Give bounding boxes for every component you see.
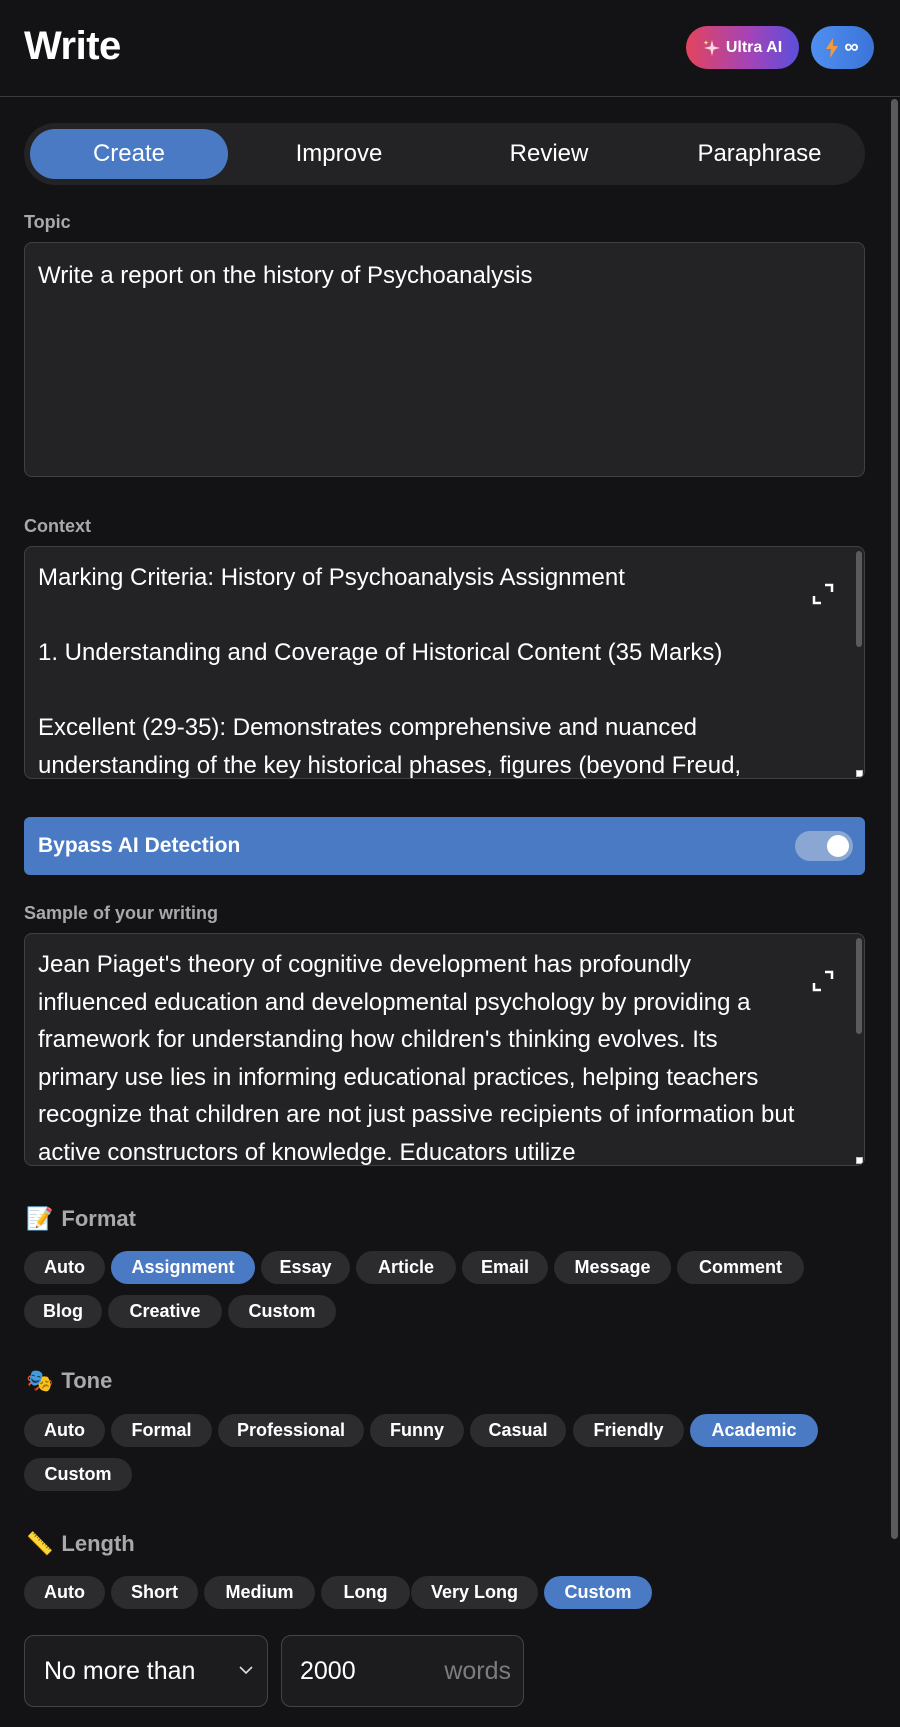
length-mode-select[interactable]: No more than: [24, 1635, 268, 1707]
tab-create[interactable]: Create: [30, 129, 228, 179]
tab-improve[interactable]: Improve: [240, 129, 438, 179]
chevron-down-icon: [239, 1666, 253, 1675]
length-chip-medium[interactable]: Medium: [204, 1576, 315, 1609]
tone-heading: 🎭 Tone: [26, 1368, 112, 1394]
tone-chip-academic[interactable]: Academic: [690, 1414, 818, 1447]
length-chip-very-long[interactable]: Very Long: [411, 1576, 538, 1609]
credits-value: ∞: [844, 36, 859, 58]
format-chip-message[interactable]: Message: [554, 1251, 671, 1284]
format-chip-creative[interactable]: Creative: [108, 1295, 222, 1328]
format-chip-auto[interactable]: Auto: [24, 1251, 105, 1284]
theater-masks-icon: 🎭: [26, 1368, 54, 1393]
bypass-label: Bypass AI Detection: [38, 834, 241, 857]
expand-icon[interactable]: [812, 583, 834, 605]
tab-review[interactable]: Review: [450, 129, 648, 179]
format-chip-assignment[interactable]: Assignment: [111, 1251, 255, 1284]
context-input[interactable]: Marking Criteria: History of Psychoanaly…: [24, 546, 865, 779]
sample-scrollbar[interactable]: [856, 938, 862, 1034]
page-scrollbar-thumb[interactable]: [891, 99, 898, 1539]
bypass-ai-detection-row[interactable]: Bypass AI Detection: [24, 817, 865, 875]
tone-title: Tone: [61, 1368, 113, 1393]
sample-text: Jean Piaget's theory of cognitive develo…: [38, 951, 802, 1166]
tone-chip-formal[interactable]: Formal: [111, 1414, 212, 1447]
format-heading: 📝 Format: [26, 1206, 136, 1232]
tab-paraphrase[interactable]: Paraphrase: [660, 129, 859, 179]
tone-chip-auto[interactable]: Auto: [24, 1414, 105, 1447]
ultra-ai-label: Ultra AI: [725, 38, 783, 56]
format-title: Format: [61, 1206, 136, 1231]
word-count-unit: words: [444, 1657, 511, 1685]
format-chip-custom[interactable]: Custom: [228, 1295, 336, 1328]
bolt-icon: [826, 37, 839, 58]
format-chip-email[interactable]: Email: [462, 1251, 548, 1284]
length-heading: 📏 Length: [26, 1531, 135, 1557]
word-count-value: 2000: [300, 1657, 356, 1685]
ultra-ai-button[interactable]: Ultra AI: [686, 26, 799, 69]
tone-chip-funny[interactable]: Funny: [370, 1414, 464, 1447]
mode-tabs: Create Improve Review Paraphrase: [24, 123, 865, 185]
topic-input[interactable]: Write a report on the history of Psychoa…: [24, 242, 865, 477]
length-chip-long[interactable]: Long: [321, 1576, 410, 1609]
ruler-icon: 📏: [26, 1531, 54, 1556]
context-text: Marking Criteria: History of Psychoanaly…: [38, 564, 742, 779]
tone-chip-custom[interactable]: Custom: [24, 1458, 132, 1491]
sample-label: Sample of your writing: [24, 903, 219, 923]
length-chip-short[interactable]: Short: [111, 1576, 198, 1609]
sparkle-icon: [703, 39, 720, 56]
word-count-input[interactable]: 2000 words: [281, 1635, 524, 1707]
resize-handle[interactable]: [856, 770, 863, 777]
page-title: Write: [24, 24, 121, 68]
topic-text: Write a report on the history of Psychoa…: [38, 262, 533, 289]
format-chip-article[interactable]: Article: [356, 1251, 456, 1284]
sample-input[interactable]: Jean Piaget's theory of cognitive develo…: [24, 933, 865, 1166]
topic-label: Topic: [24, 212, 71, 232]
expand-icon[interactable]: [812, 970, 834, 992]
length-chip-custom[interactable]: Custom: [544, 1576, 652, 1609]
format-chip-blog[interactable]: Blog: [24, 1295, 102, 1328]
context-label: Context: [24, 516, 91, 536]
toggle-knob: [827, 835, 849, 857]
format-chip-comment[interactable]: Comment: [677, 1251, 804, 1284]
memo-icon: 📝: [26, 1206, 54, 1231]
resize-handle[interactable]: [856, 468, 863, 475]
length-title: Length: [61, 1531, 135, 1556]
resize-handle[interactable]: [856, 1157, 863, 1164]
tone-chip-casual[interactable]: Casual: [470, 1414, 566, 1447]
tone-chip-professional[interactable]: Professional: [218, 1414, 364, 1447]
format-chip-essay[interactable]: Essay: [261, 1251, 350, 1284]
credits-button[interactable]: ∞: [811, 26, 874, 69]
length-mode-value: No more than: [44, 1657, 196, 1685]
app-header: Write Ultra AI ∞: [0, 0, 900, 97]
bypass-toggle[interactable]: [795, 831, 853, 861]
tone-chip-friendly[interactable]: Friendly: [573, 1414, 684, 1447]
length-chip-auto[interactable]: Auto: [24, 1576, 105, 1609]
context-scrollbar[interactable]: [856, 551, 862, 647]
